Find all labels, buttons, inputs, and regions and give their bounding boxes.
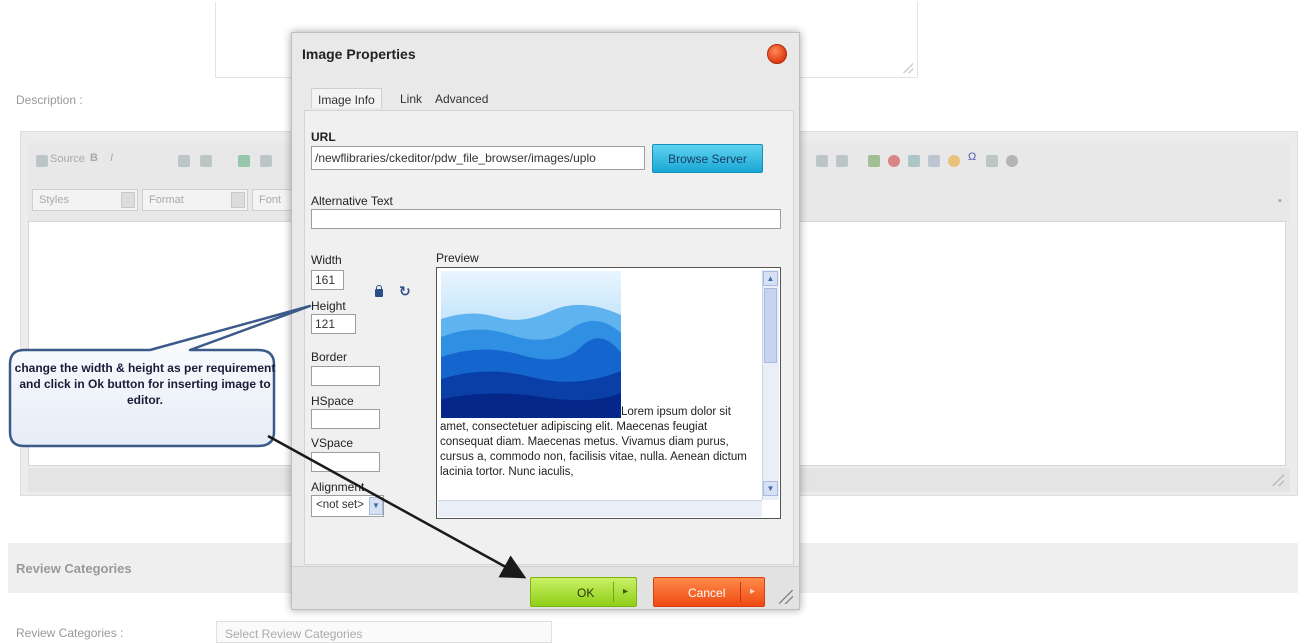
callout-text: change the width & height as per require… bbox=[14, 361, 276, 407]
callout-graphic bbox=[8, 304, 527, 579]
